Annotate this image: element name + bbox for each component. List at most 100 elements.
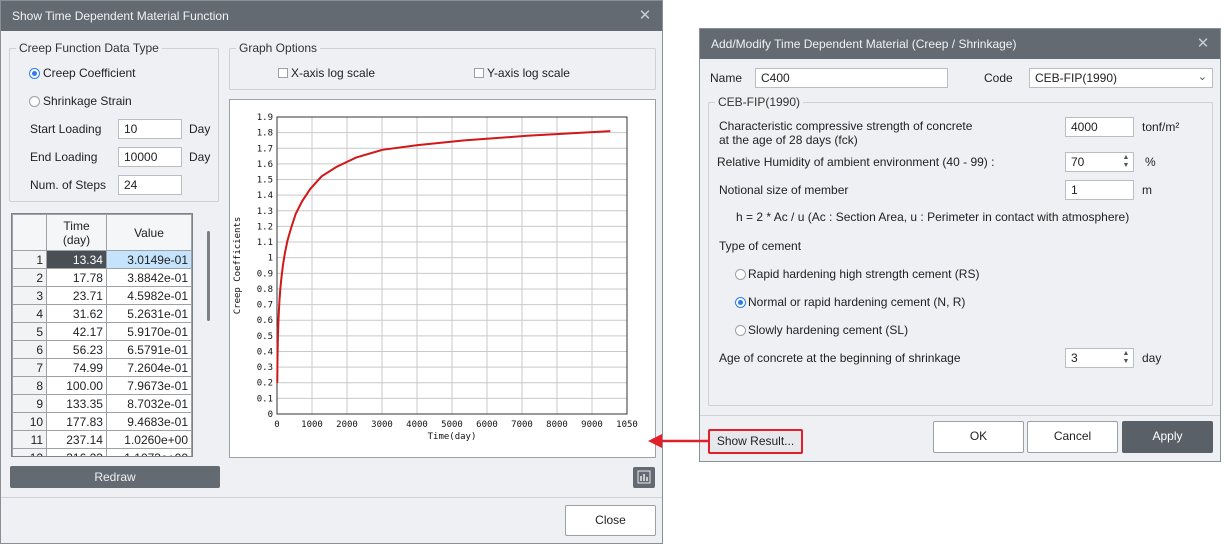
cement-nr-label[interactable]: Normal or rapid hardening cement (N, R) <box>748 295 965 309</box>
time-cell[interactable]: 31.62 <box>46 304 107 323</box>
x-tick-label: 1000 <box>301 420 323 430</box>
table-row[interactable]: 11 237.14 1.0260e+00 <box>12 430 192 449</box>
apply-button[interactable]: Apply <box>1122 421 1213 453</box>
code-label: Code <box>984 71 1013 85</box>
time-cell[interactable]: 100.00 <box>46 376 107 395</box>
y-tick-label: 1.6 <box>257 160 273 170</box>
y-tick-label: 1.7 <box>257 144 273 154</box>
time-cell[interactable]: 42.17 <box>46 322 107 341</box>
value-cell[interactable]: 6.5791e-01 <box>105 340 192 359</box>
data-table[interactable]: Time (day) Value 1 13.34 3.0149e-01 2 17.78 3… <box>11 213 193 457</box>
shrinkage-strain-label[interactable]: Shrinkage Strain <box>43 94 132 108</box>
end-loading-input[interactable]: 10000 <box>118 147 182 167</box>
close-button[interactable]: Close <box>565 505 656 536</box>
x-log-label[interactable]: X-axis log scale <box>291 66 375 80</box>
time-cell[interactable]: 23.71 <box>46 286 107 305</box>
start-loading-input[interactable]: 10 <box>118 119 182 139</box>
x-log-checkbox[interactable] <box>278 68 288 78</box>
table-row[interactable]: 2 17.78 3.8842e-01 <box>12 268 192 287</box>
x-tick-label: 2000 <box>336 420 358 430</box>
row-number[interactable]: 7 <box>12 358 48 377</box>
shrinkage-strain-radio[interactable] <box>29 96 40 107</box>
row-number[interactable]: 3 <box>12 286 48 305</box>
value-cell[interactable]: 3.8842e-01 <box>105 268 192 287</box>
time-cell[interactable]: 316.23 <box>46 448 107 456</box>
time-cell[interactable]: 237.14 <box>46 430 107 449</box>
row-number[interactable]: 10 <box>12 412 48 431</box>
shrinkage-age-spinner[interactable]: ▲ ▼ <box>1120 350 1132 366</box>
y-tick-label: 1.3 <box>257 207 273 217</box>
table-row[interactable]: 8 100.00 7.9673e-01 <box>12 376 192 395</box>
table-row[interactable]: 10 177.83 9.4683e-01 <box>12 412 192 431</box>
value-cell[interactable]: 5.2631e-01 <box>105 304 192 323</box>
table-row[interactable]: 1 13.34 3.0149e-01 <box>12 250 192 269</box>
cement-rs-label[interactable]: Rapid hardening high strength cement (RS… <box>748 267 979 281</box>
value-cell[interactable]: 9.4683e-01 <box>105 412 192 431</box>
value-cell[interactable]: 1.0260e+00 <box>105 430 192 449</box>
row-number[interactable]: 4 <box>12 304 48 323</box>
y-tick-label: 0.9 <box>257 269 273 279</box>
cement-nr-radio[interactable] <box>735 297 746 308</box>
creep-coefficient-radio[interactable] <box>29 68 40 79</box>
close-icon[interactable]: ✕ <box>1194 29 1212 59</box>
y-log-checkbox[interactable] <box>474 68 484 78</box>
time-cell[interactable]: 13.34 <box>46 250 107 269</box>
row-number[interactable]: 9 <box>12 394 48 413</box>
table-row[interactable]: 12316.231.1073e+00 <box>12 448 192 456</box>
value-cell[interactable]: 7.2604e-01 <box>105 358 192 377</box>
table-row[interactable]: 3 23.71 4.5982e-01 <box>12 286 192 305</box>
y-log-label[interactable]: Y-axis log scale <box>487 66 570 80</box>
table-row[interactable]: 6 56.23 6.5791e-01 <box>12 340 192 359</box>
cement-rs-radio[interactable] <box>735 269 746 280</box>
time-cell[interactable]: 177.83 <box>46 412 107 431</box>
row-number[interactable]: 8 <box>12 376 48 395</box>
table-scrollbar[interactable] <box>207 231 210 321</box>
humidity-input[interactable]: 70 ▲ ▼ <box>1065 152 1134 172</box>
x-tick-label: 1050 <box>616 420 638 430</box>
ok-button[interactable]: OK <box>933 421 1024 453</box>
row-number[interactable]: 5 <box>12 322 48 341</box>
notional-size-input[interactable]: 1 <box>1065 180 1134 200</box>
cement-sl-label[interactable]: Slowly hardening cement (SL) <box>748 323 908 337</box>
humidity-spinner[interactable]: ▲ ▼ <box>1120 154 1132 170</box>
data-type-legend: Creep Function Data Type <box>16 41 162 55</box>
value-cell[interactable]: 3.0149e-01 <box>105 250 192 269</box>
value-cell[interactable]: 8.7032e-01 <box>105 394 192 413</box>
value-cell[interactable]: 7.9673e-01 <box>105 376 192 395</box>
table-row[interactable]: 7 74.99 7.2604e-01 <box>12 358 192 377</box>
cancel-button[interactable]: Cancel <box>1027 421 1118 453</box>
value-cell[interactable]: 5.9170e-01 <box>105 322 192 341</box>
row-number[interactable]: 1 <box>12 250 48 269</box>
cement-sl-radio[interactable] <box>735 325 746 336</box>
row-number[interactable]: 2 <box>12 268 48 287</box>
name-input[interactable]: C400 <box>755 68 948 88</box>
start-loading-unit: Day <box>189 122 211 136</box>
table-row[interactable]: 5 42.17 5.9170e-01 <box>12 322 192 341</box>
table-row[interactable]: 9 133.35 8.7032e-01 <box>12 394 192 413</box>
value-cell[interactable]: 4.5982e-01 <box>105 286 192 305</box>
time-cell[interactable]: 133.35 <box>46 394 107 413</box>
num-steps-input[interactable]: 24 <box>118 175 182 195</box>
creep-coefficient-label[interactable]: Creep Coefficient <box>43 66 136 80</box>
value-cell[interactable]: 1.1073e+00 <box>105 448 192 456</box>
time-cell[interactable]: 17.78 <box>46 268 107 287</box>
redraw-button[interactable]: Redraw <box>10 466 220 488</box>
row-number[interactable]: 11 <box>12 430 48 449</box>
data-table-grid: Time (day) Value 1 13.34 3.0149e-01 2 17.78 3… <box>12 214 192 456</box>
fck-input[interactable]: 4000 <box>1065 117 1134 137</box>
creep-curve-series-1 <box>276 130 611 383</box>
close-icon[interactable]: ✕ <box>636 1 654 31</box>
shrinkage-age-input[interactable]: 3 ▲ ▼ <box>1065 348 1134 368</box>
row-number[interactable]: 6 <box>12 340 48 359</box>
chart-export-icon[interactable] <box>633 467 655 488</box>
time-column-header[interactable]: Time (day) <box>46 214 107 251</box>
show-result-button[interactable]: Show Result... <box>708 429 803 454</box>
time-cell[interactable]: 74.99 <box>46 358 107 377</box>
code-select[interactable]: CEB-FIP(1990) ⌄ <box>1029 68 1213 88</box>
time-cell[interactable]: 56.23 <box>46 340 107 359</box>
row-number[interactable]: 12 <box>12 448 48 456</box>
num-steps-label: Num. of Steps <box>30 178 107 192</box>
value-column-header[interactable]: Value <box>105 214 192 251</box>
shrinkage-age-unit: day <box>1142 351 1162 365</box>
table-row[interactable]: 4 31.62 5.2631e-01 <box>12 304 192 323</box>
